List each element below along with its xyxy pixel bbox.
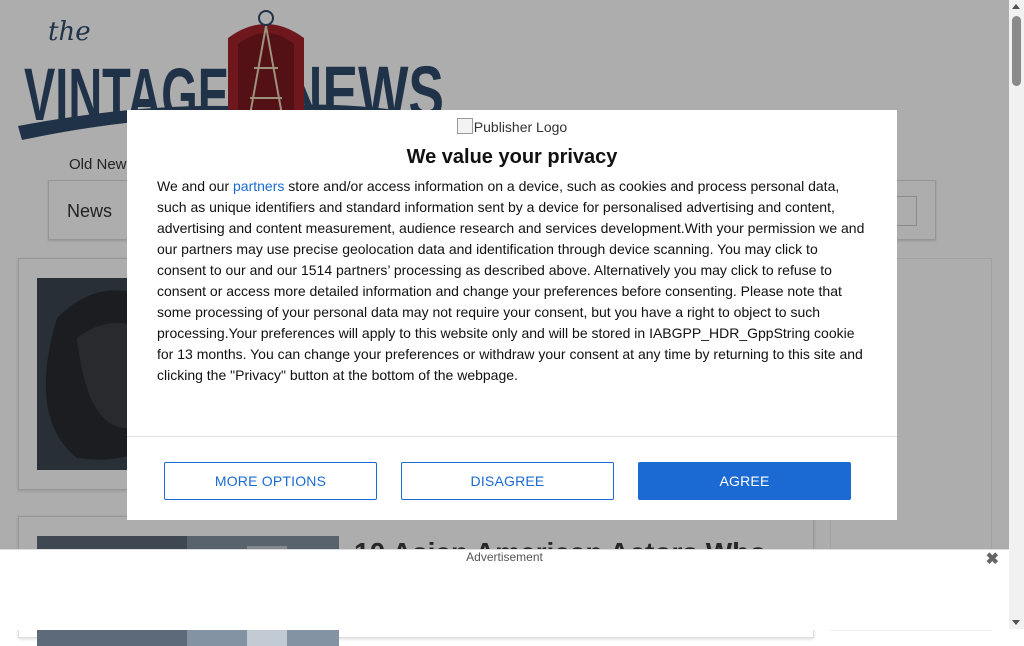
dialog-body-text: We and our partners store and/or access … xyxy=(157,178,865,383)
close-icon[interactable]: ✖ xyxy=(986,549,999,569)
agree-button[interactable]: AGREE xyxy=(638,462,851,500)
more-options-button[interactable]: MORE OPTIONS xyxy=(164,462,377,500)
dialog-title: We value your privacy xyxy=(406,146,618,168)
advertisement-label: Advertisement xyxy=(466,550,543,564)
page-scrollbar[interactable] xyxy=(1009,0,1024,629)
scroll-up-arrow-icon[interactable] xyxy=(1012,4,1020,9)
publisher-logo: Publisher Logo xyxy=(127,118,897,135)
privacy-consent-dialog: Publisher Logo We value your privacy We … xyxy=(127,110,897,520)
scroll-thumb[interactable] xyxy=(1012,16,1021,86)
broken-image-icon xyxy=(456,118,473,134)
disagree-button[interactable]: DISAGREE xyxy=(401,462,614,500)
scroll-down-arrow-icon[interactable] xyxy=(1012,620,1020,625)
publisher-logo-alt-text: Publisher Logo xyxy=(473,119,568,135)
advertisement-bar: Advertisement ✖ xyxy=(0,549,1009,630)
partners-link[interactable]: partners xyxy=(233,178,284,194)
dialog-divider xyxy=(127,436,897,437)
